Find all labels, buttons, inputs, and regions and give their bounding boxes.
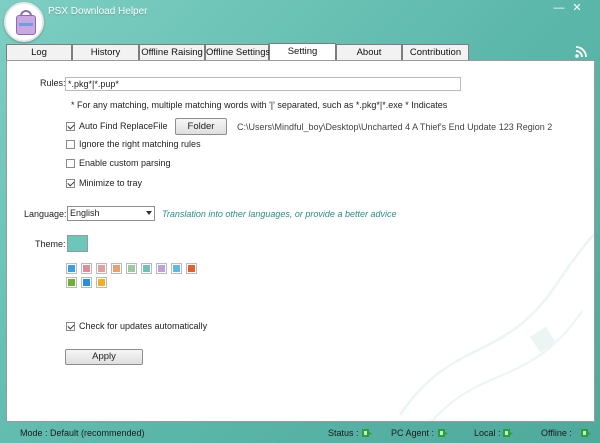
language-value: English <box>70 208 100 218</box>
tab-contribution[interactable]: Contribution <box>402 44 469 60</box>
theme-swatch[interactable] <box>126 263 137 274</box>
checkbox-box[interactable] <box>66 158 75 168</box>
check-updates-label: Check for updates automatically <box>79 321 208 331</box>
offline-label: Offline : <box>541 428 572 438</box>
ignore-right-label: Ignore the right matching rules <box>79 139 201 149</box>
checkbox-box[interactable] <box>66 139 75 149</box>
theme-swatch[interactable] <box>81 263 92 274</box>
tab-bar: Log History Offline Raising Offline Sett… <box>6 43 469 61</box>
minimize-button[interactable]: — <box>552 2 566 14</box>
app-title: PSX Download Helper <box>48 6 148 17</box>
theme-swatch[interactable] <box>171 263 182 274</box>
pc-agent-status-icon <box>438 429 448 437</box>
local-label: Local : <box>474 428 501 438</box>
rules-input[interactable] <box>65 77 461 91</box>
pc-agent-label: PC Agent : <box>391 428 435 438</box>
network-status-icon <box>362 429 372 437</box>
custom-parsing-checkbox[interactable]: Enable custom parsing <box>66 157 171 169</box>
language-label: Language: <box>24 209 67 219</box>
auto-find-label: Auto Find ReplaceFile <box>79 121 168 131</box>
language-select[interactable]: English <box>67 206 155 221</box>
apply-button[interactable]: Apply <box>65 349 143 365</box>
theme-swatch[interactable] <box>141 263 152 274</box>
background-decoration <box>398 232 594 421</box>
minimize-tray-checkbox[interactable]: Minimize to tray <box>66 177 142 189</box>
theme-swatch[interactable] <box>81 277 92 288</box>
minimize-tray-label: Minimize to tray <box>79 178 143 188</box>
theme-swatch[interactable] <box>66 277 77 288</box>
theme-swatch[interactable] <box>96 263 107 274</box>
offline-status-icon <box>581 429 591 437</box>
folder-button[interactable]: Folder <box>175 118 227 135</box>
tab-log[interactable]: Log <box>6 44 72 60</box>
app-logo-icon <box>4 2 44 42</box>
close-button[interactable]: ✕ <box>570 2 584 14</box>
mode-status: Mode : Default (recommended) <box>20 428 145 438</box>
custom-parsing-label: Enable custom parsing <box>79 158 171 168</box>
check-updates-checkbox[interactable]: Check for updates automatically <box>66 320 207 332</box>
tab-about[interactable]: About <box>336 44 402 60</box>
local-status-icon <box>503 429 513 437</box>
auto-find-checkbox[interactable]: Auto Find ReplaceFile <box>66 120 168 132</box>
theme-swatch[interactable] <box>96 277 107 288</box>
checkbox-box[interactable] <box>66 121 75 131</box>
theme-swatch[interactable] <box>66 263 77 274</box>
tab-offline-raising[interactable]: Offline Raising <box>139 44 205 60</box>
theme-label: Theme: <box>35 239 66 249</box>
ignore-right-checkbox[interactable]: Ignore the right matching rules <box>66 138 201 150</box>
status-label: Status : <box>328 428 359 438</box>
theme-swatch[interactable] <box>111 263 122 274</box>
current-theme-swatch <box>67 235 88 252</box>
status-bar: Mode : Default (recommended) Status : PC… <box>0 424 600 443</box>
checkbox-box[interactable] <box>66 178 75 188</box>
tab-offline-settings[interactable]: Offline Settings <box>205 44 270 60</box>
rules-label: Rules: <box>40 78 66 88</box>
checkbox-box[interactable] <box>66 321 75 331</box>
rss-icon[interactable] <box>574 45 588 59</box>
tab-setting[interactable]: Setting <box>269 43 336 61</box>
rules-hint: * For any matching, multiple matching wo… <box>71 100 448 110</box>
chevron-down-icon <box>146 211 152 215</box>
theme-swatch[interactable] <box>186 263 197 274</box>
app-window: PSX Download Helper — ✕ Log History Offl… <box>0 0 600 443</box>
title-bar: PSX Download Helper — ✕ <box>0 0 600 44</box>
folder-path: C:\Users\Mindful_boy\Desktop\Uncharted 4… <box>237 122 553 132</box>
theme-swatch[interactable] <box>156 263 167 274</box>
translation-link[interactable]: Translation into other languages, or pro… <box>162 209 396 219</box>
tab-history[interactable]: History <box>72 44 139 60</box>
settings-panel: Rules: * For any matching, multiple matc… <box>6 60 595 422</box>
